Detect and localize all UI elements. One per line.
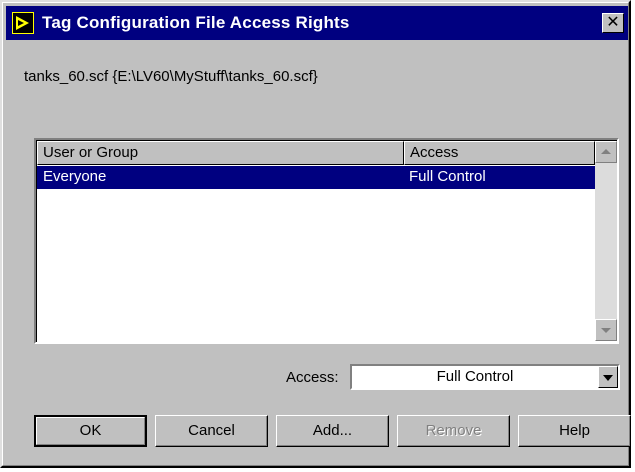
cell-access: Full Control <box>409 168 486 185</box>
cell-user-or-group: Everyone <box>43 168 107 185</box>
ok-button[interactable]: OK <box>34 415 147 447</box>
chevron-down-icon <box>603 375 613 381</box>
column-header-access[interactable]: Access <box>404 141 595 165</box>
permissions-list[interactable]: User or Group Access Everyone Full Contr… <box>34 138 619 344</box>
title-bar[interactable]: Tag Configuration File Access Rights ✕ <box>6 6 628 40</box>
ok-button-label: OK <box>79 422 102 439</box>
cancel-button-label: Cancel <box>188 422 235 439</box>
file-path-label: tanks_60.scf {E:\LV60\MyStuff\tanks_60.s… <box>24 68 318 85</box>
access-label: Access: <box>286 369 339 386</box>
close-button[interactable]: ✕ <box>602 13 624 33</box>
add-button-label: Add... <box>312 422 353 439</box>
help-button[interactable]: Help <box>518 415 631 447</box>
close-icon: ✕ <box>606 14 620 31</box>
help-button-label: Help <box>559 422 590 439</box>
access-rights-dialog: Tag Configuration File Access Rights ✕ t… <box>0 0 631 468</box>
column-header-user-or-group[interactable]: User or Group <box>37 141 404 165</box>
labview-vi-icon <box>12 12 34 34</box>
access-dropdown[interactable]: Full Control <box>350 364 620 390</box>
window-title: Tag Configuration File Access Rights <box>42 13 350 32</box>
access-dropdown-button[interactable] <box>598 366 618 388</box>
arrow-up-icon <box>601 149 611 154</box>
remove-button-label: Remove <box>425 422 482 439</box>
list-inner-border: User or Group Access Everyone Full Contr… <box>36 140 617 342</box>
cancel-button[interactable]: Cancel <box>155 415 268 447</box>
arrow-down-icon <box>601 328 611 333</box>
access-dropdown-value: Full Control <box>436 368 514 385</box>
table-row[interactable]: Everyone Full Control <box>37 166 595 189</box>
vertical-scrollbar[interactable] <box>595 141 617 341</box>
remove-button[interactable]: Remove <box>397 415 510 447</box>
scroll-up-button[interactable] <box>595 141 617 163</box>
add-button[interactable]: Add... <box>276 415 389 447</box>
scroll-down-button[interactable] <box>595 319 617 341</box>
